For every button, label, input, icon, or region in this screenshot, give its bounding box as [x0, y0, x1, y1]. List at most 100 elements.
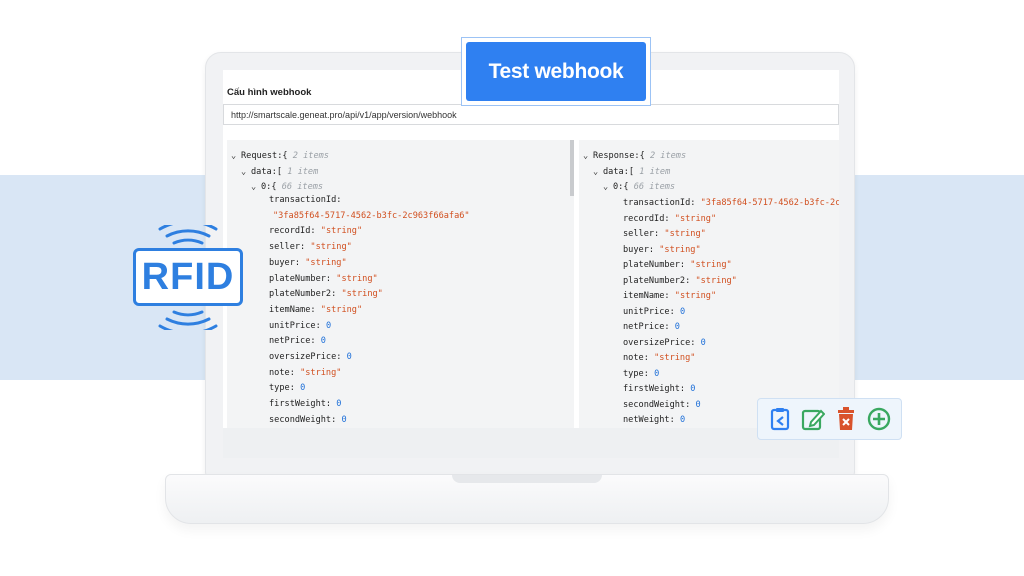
chevron-down-icon[interactable]: ⌄	[241, 166, 251, 178]
screen-bottom-bar	[223, 428, 839, 458]
request-scrollbar[interactable]	[570, 140, 574, 196]
json-field-value: "string"	[305, 257, 347, 268]
json-field-value: 0	[695, 399, 701, 410]
json-field: seller: "string"	[269, 241, 352, 253]
json-field-key: firstWeight:	[623, 384, 686, 394]
json-field: netWeight: 0	[623, 414, 685, 426]
json-field: type: 0	[269, 382, 305, 394]
json-item-count: 66 items	[633, 182, 676, 192]
json-field-key: oversizePrice:	[623, 337, 696, 348]
json-key: 0:{	[261, 182, 277, 192]
json-field-key: secondWeight:	[269, 414, 337, 425]
action-toolbar	[757, 398, 902, 440]
json-field-key: netPrice:	[623, 322, 670, 332]
json-field: buyer: "string"	[269, 257, 347, 269]
json-key: data:[	[603, 166, 635, 177]
json-field-key: seller:	[623, 229, 660, 239]
json-item-count: 1 item	[287, 166, 319, 177]
json-field-key: firstWeight:	[269, 399, 332, 410]
chevron-down-icon[interactable]: ⌄	[251, 181, 261, 193]
json-key: Response:{	[593, 151, 645, 161]
json-field-value: 0	[679, 306, 686, 317]
json-field-value: "string"	[336, 273, 378, 284]
json-field-value: "string"	[695, 275, 737, 286]
json-field-value: "string"	[654, 353, 696, 363]
json-field-value: 0	[320, 336, 326, 347]
clipboard-icon[interactable]	[767, 406, 793, 432]
json-field-value: "string"	[664, 229, 706, 239]
json-field: "3fa85f64-5717-4562-b3fc-2c963f66afa6"	[273, 210, 470, 222]
json-field-key: seller:	[269, 242, 306, 253]
json-field-key: plateNumber:	[623, 260, 686, 270]
chevron-down-icon[interactable]: ⌄	[583, 150, 593, 162]
json-field-value: "3fa85f64-5717-4562-b3fc-2c	[700, 198, 839, 208]
json-item-count: 2 items	[292, 151, 329, 161]
json-field-key: buyer:	[269, 257, 301, 268]
json-item-count: 2 items	[649, 151, 687, 161]
delete-icon[interactable]	[833, 406, 859, 432]
chevron-down-icon[interactable]: ⌄	[231, 150, 241, 162]
rfid-label: RFID	[133, 248, 243, 306]
chevron-down-icon[interactable]: ⌄	[603, 181, 613, 193]
json-field-value: 0	[346, 352, 352, 362]
json-field: type: 0	[623, 368, 659, 380]
json-node-header[interactable]: ⌄ Response:{ 2 items	[583, 150, 686, 162]
json-field-key: unitPrice:	[623, 306, 675, 317]
json-field-key: transactionId:	[623, 198, 696, 208]
edit-icon[interactable]	[800, 406, 826, 432]
json-node-header[interactable]: ⌄ data:[ 1 item	[241, 166, 318, 178]
response-json-panel[interactable]: ⌄ Response:{ 2 items ⌄ data:[ 1 item ⌄ 0:{ 66…	[579, 140, 839, 428]
json-field: plateNumber2: "string"	[269, 288, 383, 300]
json-field: itemName: "string"	[623, 290, 716, 302]
add-icon[interactable]	[866, 406, 892, 432]
json-field: unitPrice: 0	[269, 320, 331, 332]
json-field-key: note:	[269, 367, 295, 378]
json-field: recordId: "string"	[623, 213, 716, 225]
json-field: oversizePrice: 0	[623, 337, 706, 349]
json-field-key: netPrice:	[269, 336, 316, 347]
json-field-key: type:	[623, 368, 649, 379]
json-field: secondWeight: 0	[623, 399, 701, 411]
json-field: unitPrice: 0	[623, 306, 685, 318]
json-field-value: "string"	[341, 289, 383, 300]
json-node-header[interactable]: ⌄ 0:{ 66 items	[603, 181, 675, 193]
json-field: seller: "string"	[623, 228, 706, 240]
json-field-key: unitPrice:	[269, 320, 321, 331]
json-field: firstWeight: 0	[269, 398, 341, 410]
json-field-value: 0	[336, 399, 342, 410]
json-field: transactionId:	[269, 194, 341, 206]
request-json-panel[interactable]: ⌄ Request:{ 2 items ⌄ data:[ 1 item ⌄ 0:{ 66 …	[227, 140, 574, 428]
chevron-down-icon[interactable]: ⌄	[593, 166, 603, 178]
json-node-header[interactable]: ⌄ 0:{ 66 items	[251, 181, 323, 193]
json-field-key: oversizePrice:	[269, 352, 342, 362]
json-field-key: itemName:	[623, 291, 670, 301]
webhook-config-title: Cấu hình webhook	[227, 87, 312, 98]
webhook-url-field[interactable]: http://smartscale.geneat.pro/api/v1/app/…	[223, 104, 839, 125]
json-node-header[interactable]: ⌄ data:[ 1 item	[593, 166, 670, 178]
json-key: Request:{	[241, 151, 288, 161]
test-webhook-button-frame[interactable]: Test webhook	[461, 37, 651, 106]
json-field-key: recordId:	[269, 226, 316, 237]
json-field-key: type:	[269, 383, 295, 394]
json-field-value: "string"	[674, 291, 717, 301]
json-field-key: itemName:	[269, 304, 316, 315]
json-field-value: 0	[674, 322, 680, 332]
json-field: recordId: "string"	[269, 225, 362, 237]
test-webhook-button[interactable]: Test webhook	[466, 42, 646, 101]
json-field-key: plateNumber2:	[623, 275, 691, 286]
json-field-value: "string"	[320, 304, 363, 315]
json-field: netPrice: 0	[269, 335, 326, 347]
laptop-notch	[452, 475, 602, 483]
json-field-key: secondWeight:	[623, 399, 691, 410]
json-field-key: transactionId:	[269, 195, 342, 205]
json-field-key: netWeight:	[623, 415, 675, 425]
json-node-header[interactable]: ⌄ Request:{ 2 items	[231, 150, 329, 162]
json-field: note: "string"	[269, 367, 341, 379]
json-field: note: "string"	[623, 352, 695, 364]
json-field: firstWeight: 0	[623, 383, 695, 395]
json-field-key: plateNumber2:	[269, 289, 337, 300]
json-field: oversizePrice: 0	[269, 351, 352, 363]
json-field: transactionId: "3fa85f64-5717-4562-b3fc-…	[623, 197, 839, 209]
json-field-value: "string"	[320, 226, 363, 237]
json-field-key: recordId:	[623, 213, 670, 224]
